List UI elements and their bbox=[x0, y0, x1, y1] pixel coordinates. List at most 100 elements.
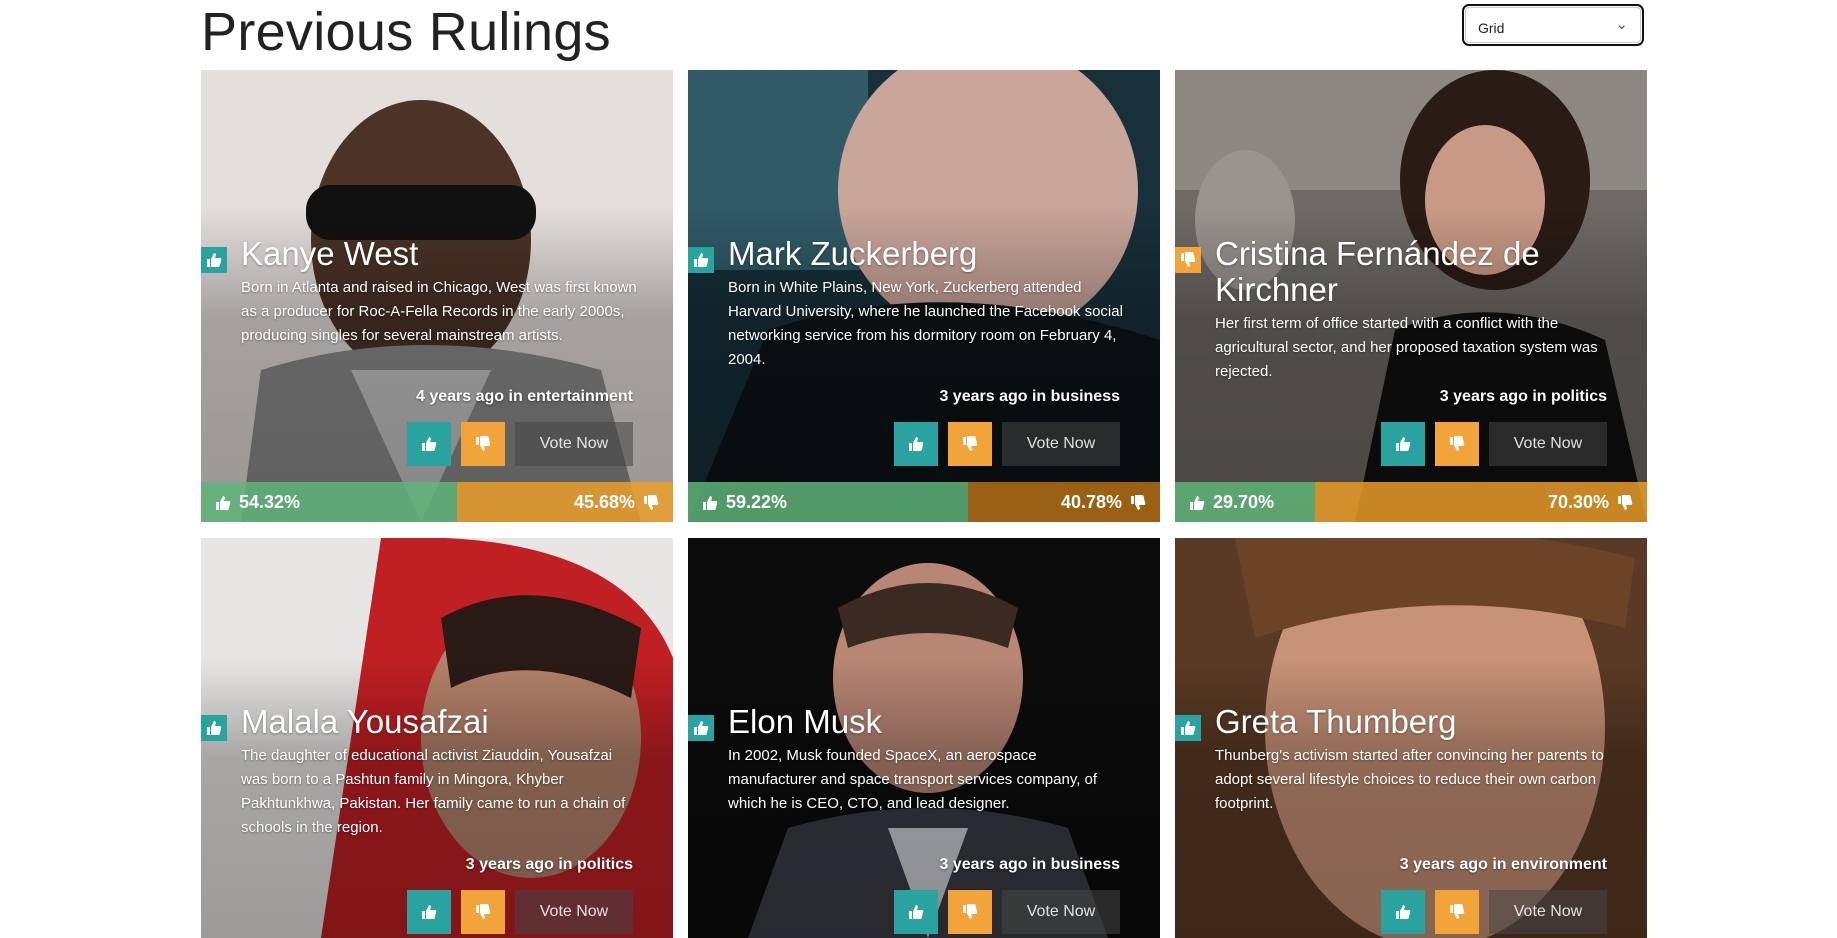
reject-button[interactable] bbox=[948, 890, 992, 934]
ruling-card: Mark Zuckerberg Born in White Plains, Ne… bbox=[688, 70, 1160, 522]
approve-button[interactable] bbox=[894, 890, 938, 934]
reject-button[interactable] bbox=[1435, 890, 1479, 934]
vote-now-button[interactable]: Vote Now bbox=[1489, 422, 1607, 466]
approve-button[interactable] bbox=[1381, 422, 1425, 466]
person-description: Her first term of office started with a … bbox=[1215, 315, 1598, 380]
thumbs-up-icon bbox=[909, 437, 924, 451]
thumbs-up-badge-icon bbox=[688, 715, 714, 741]
ruling-time: 4 years ago bbox=[416, 388, 505, 405]
ruling-category[interactable]: business bbox=[1051, 856, 1120, 873]
thumbs-down-icon bbox=[1450, 436, 1465, 451]
thumbs-up-icon bbox=[1190, 495, 1205, 510]
vote-actions: Vote Now bbox=[894, 422, 1120, 466]
thumbs-down-icon bbox=[1618, 494, 1633, 510]
ruling-category[interactable]: entertainment bbox=[527, 388, 633, 405]
thumbs-up-icon bbox=[216, 495, 231, 510]
thumbs-down-badge-icon bbox=[1175, 247, 1201, 273]
ruling-time: 3 years ago bbox=[465, 856, 554, 873]
vote-now-button[interactable]: Vote Now bbox=[1489, 890, 1607, 934]
ruling-category[interactable]: politics bbox=[1551, 388, 1607, 405]
person-name: Cristina Fernández de Kirchner bbox=[1215, 235, 1540, 308]
person-description: In 2002, Musk founded SpaceX, an aerospa… bbox=[728, 747, 1098, 812]
thumbs-up-badge-icon bbox=[688, 247, 714, 273]
approve-label: 59.22% bbox=[702, 492, 787, 513]
vote-actions: Vote Now bbox=[894, 890, 1120, 934]
thumbs-up-icon bbox=[422, 437, 437, 451]
person-description: Thunberg's activism started after convin… bbox=[1215, 747, 1604, 812]
reject-bar: 40.78% bbox=[967, 482, 1160, 522]
chevron-down-icon: ⌄ bbox=[1615, 16, 1628, 33]
ruling-meta: 3 years ago in politics bbox=[466, 856, 633, 874]
person-name: Kanye West bbox=[241, 235, 419, 272]
vote-result-bar: 29.70% 70.30% bbox=[1175, 482, 1647, 522]
ruling-category[interactable]: environment bbox=[1511, 856, 1607, 873]
view-select[interactable]: Grid ⌄ bbox=[1462, 4, 1644, 46]
ruling-meta: 3 years ago in business bbox=[939, 856, 1120, 874]
vote-actions: Vote Now bbox=[407, 422, 633, 466]
thumbs-down-icon bbox=[963, 436, 978, 451]
page-title: Previous Rulings bbox=[201, 2, 611, 62]
ruling-card: Greta Thumberg Thunberg's activism start… bbox=[1175, 538, 1647, 938]
person-description: Born in White Plains, New York, Zuckerbe… bbox=[728, 279, 1123, 368]
vote-result-bar: 59.22% 40.78% bbox=[688, 482, 1160, 522]
ruling-in: in bbox=[1532, 388, 1547, 405]
ruling-card: Cristina Fernández de Kirchner Her first… bbox=[1175, 70, 1647, 522]
reject-button[interactable] bbox=[1435, 422, 1479, 466]
thumbs-up-badge-icon bbox=[201, 715, 227, 741]
reject-bar: 45.68% bbox=[457, 482, 673, 522]
vote-now-button[interactable]: Vote Now bbox=[515, 422, 633, 466]
reject-label: 45.68% bbox=[574, 492, 659, 513]
thumbs-down-icon bbox=[963, 904, 978, 919]
person-name: Mark Zuckerberg bbox=[728, 235, 978, 272]
person-name: Malala Yousafzai bbox=[241, 703, 489, 740]
thumbs-down-icon bbox=[1131, 494, 1146, 510]
view-select-value: Grid bbox=[1478, 20, 1505, 36]
ruling-in: in bbox=[1031, 856, 1047, 873]
reject-label: 70.30% bbox=[1548, 492, 1633, 513]
approve-button[interactable] bbox=[407, 890, 451, 934]
ruling-meta: 3 years ago in environment bbox=[1400, 856, 1607, 874]
vote-now-button[interactable]: Vote Now bbox=[1002, 422, 1120, 466]
reject-label: 40.78% bbox=[1061, 492, 1146, 513]
person-name: Elon Musk bbox=[728, 703, 883, 740]
vote-actions: Vote Now bbox=[1381, 422, 1607, 466]
person-description: The daughter of educational activist Zia… bbox=[241, 747, 626, 836]
vote-actions: Vote Now bbox=[407, 890, 633, 934]
thumbs-up-badge-icon bbox=[1175, 715, 1201, 741]
ruling-time: 3 years ago bbox=[1439, 388, 1528, 405]
approve-percent: 54.32% bbox=[239, 492, 301, 512]
reject-button[interactable] bbox=[461, 890, 505, 934]
vote-now-button[interactable]: Vote Now bbox=[1002, 890, 1120, 934]
ruling-meta: 4 years ago in entertainment bbox=[416, 388, 633, 406]
reject-bar: 70.30% bbox=[1315, 482, 1647, 522]
approve-bar: 59.22% bbox=[688, 482, 968, 522]
approve-button[interactable] bbox=[1381, 890, 1425, 934]
ruling-category[interactable]: politics bbox=[577, 856, 633, 873]
approve-button[interactable] bbox=[407, 422, 451, 466]
thumbs-down-icon bbox=[476, 436, 491, 451]
vote-result-bar: 54.32% 45.68% bbox=[201, 482, 673, 522]
ruling-time: 3 years ago bbox=[939, 856, 1028, 873]
thumbs-down-icon bbox=[1450, 904, 1465, 919]
ruling-time: 3 years ago bbox=[939, 388, 1028, 405]
person-description: Born in Atlanta and raised in Chicago, W… bbox=[241, 279, 637, 344]
vote-now-button[interactable]: Vote Now bbox=[515, 890, 633, 934]
approve-button[interactable] bbox=[894, 422, 938, 466]
thumbs-up-icon bbox=[1396, 905, 1411, 919]
approve-bar: 29.70% bbox=[1175, 482, 1316, 522]
ruling-meta: 3 years ago in politics bbox=[1440, 388, 1607, 406]
reject-button[interactable] bbox=[461, 422, 505, 466]
thumbs-up-icon bbox=[909, 905, 924, 919]
ruling-in: in bbox=[1492, 856, 1507, 873]
reject-percent: 45.68% bbox=[573, 492, 635, 512]
ruling-time: 3 years ago bbox=[1399, 856, 1488, 873]
reject-button[interactable] bbox=[948, 422, 992, 466]
thumbs-up-icon bbox=[422, 905, 437, 919]
approve-label: 54.32% bbox=[215, 492, 300, 513]
approve-bar: 54.32% bbox=[201, 482, 458, 522]
ruling-meta: 3 years ago in business bbox=[939, 388, 1120, 406]
ruling-in: in bbox=[558, 856, 573, 873]
ruling-category[interactable]: business bbox=[1051, 388, 1120, 405]
thumbs-down-icon bbox=[476, 904, 491, 919]
person-name: Greta Thumberg bbox=[1215, 703, 1457, 740]
